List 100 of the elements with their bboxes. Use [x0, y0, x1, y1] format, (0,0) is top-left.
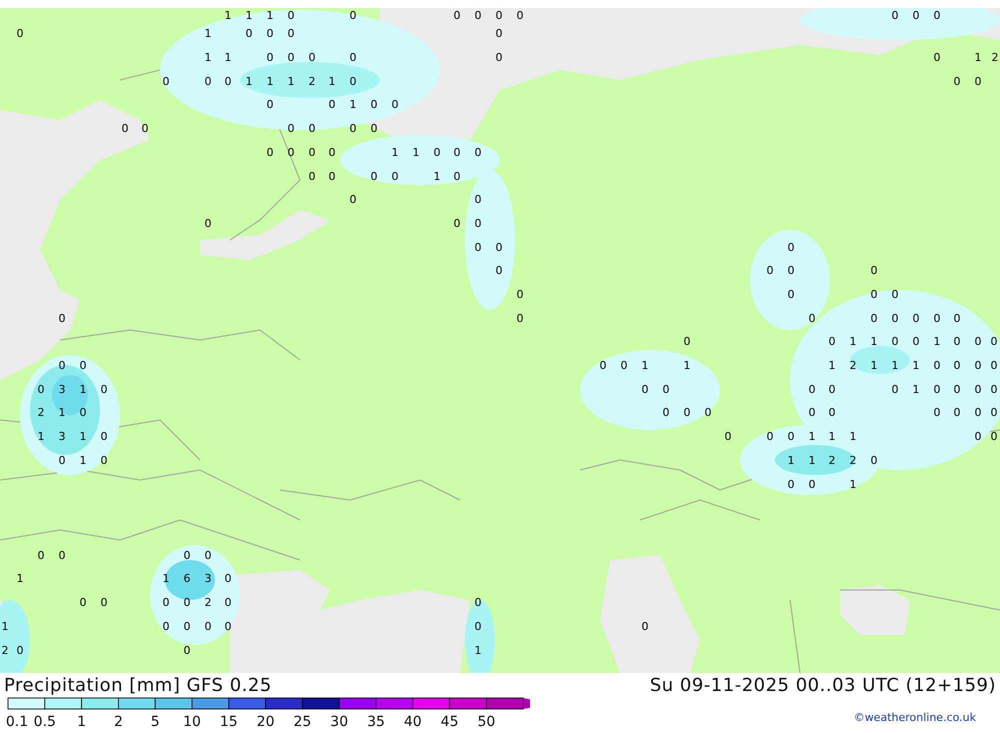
precipitation-value: 0 — [162, 620, 170, 633]
precipitation-value: 2 — [850, 359, 856, 372]
precipitation-value: 0 — [266, 146, 274, 159]
precipitation-value: 0 — [184, 596, 190, 609]
precipitation-value: 0 — [496, 264, 502, 277]
precipitation-value: 1 — [850, 478, 856, 491]
precipitation-value: 0 — [912, 9, 920, 22]
precipitation-value: 0 — [990, 383, 998, 396]
precipitation-value: 0 — [642, 383, 648, 396]
precipitation-value: 0 — [122, 122, 128, 135]
legend-arrow — [523, 698, 530, 709]
precipitation-value: 0 — [100, 383, 108, 396]
precipitation-value: 0 — [308, 146, 316, 159]
precipitation-value: 1 — [58, 406, 66, 419]
precipitation-value: 0 — [990, 406, 998, 419]
precipitation-value: 0 — [990, 359, 998, 372]
precipitation-value: 0 — [370, 170, 378, 183]
precipitation-value: 0 — [392, 170, 398, 183]
precipitation-value: 1 — [162, 572, 170, 585]
precipitation-value: 0 — [474, 217, 482, 230]
precipitation-value: 0 — [516, 312, 524, 325]
legend-label: 40 — [404, 714, 422, 730]
precipitation-value: 0 — [974, 335, 982, 348]
precipitation-value: 0 — [350, 75, 356, 88]
precipitation-value: 0 — [328, 146, 336, 159]
precipitation-value: 0 — [788, 241, 794, 254]
precipitation-value: 0 — [870, 312, 878, 325]
map-title: Precipitation [mm] GFS 0.25 — [4, 677, 272, 695]
precipitation-value: 1 — [684, 359, 690, 372]
precipitation-value: 0 — [100, 454, 108, 467]
precipitation-value: 0 — [100, 430, 108, 443]
precipitation-value: 0 — [474, 596, 482, 609]
credit-text: ©weatheronline.co.uk — [854, 712, 977, 726]
precipitation-area — [52, 375, 88, 415]
precipitation-value: 0 — [288, 146, 294, 159]
precipitation-value: 0 — [162, 75, 170, 88]
precipitation-value: 0 — [224, 596, 232, 609]
precipitation-value: 0 — [370, 98, 378, 111]
precipitation-value: 0 — [308, 170, 316, 183]
precipitation-value: 0 — [328, 98, 336, 111]
precipitation-value: 0 — [892, 288, 898, 301]
precipitation-value: 0 — [350, 122, 356, 135]
precipitation-value: 2 — [308, 75, 316, 88]
precipitation-value: 0 — [350, 51, 356, 64]
legend-label: 1 — [77, 714, 86, 730]
precipitation-value: 1 — [474, 644, 482, 657]
precipitation-value: 2 — [850, 454, 856, 467]
precipitation-value: 0 — [892, 9, 898, 22]
precipitation-value: 1 — [808, 430, 816, 443]
precipitation-value: 0 — [724, 430, 732, 443]
precipitation-value: 0 — [204, 620, 212, 633]
precipitation-value: 0 — [808, 383, 816, 396]
precipitation-value: 0 — [892, 312, 898, 325]
precipitation-value: 0 — [454, 170, 460, 183]
precipitation-value: 0 — [990, 335, 998, 348]
legend-label: 10 — [183, 714, 201, 730]
precipitation-value: 0 — [766, 264, 774, 277]
precipitation-value: 1 — [38, 430, 44, 443]
precipitation-value: 1 — [850, 335, 856, 348]
precipitation-value: 0 — [266, 98, 274, 111]
precipitation-value: 1 — [204, 27, 212, 40]
precipitation-value: 0 — [808, 406, 816, 419]
precipitation-value: 0 — [288, 122, 294, 135]
precipitation-value: 0 — [224, 75, 232, 88]
precipitation-value: 1 — [350, 98, 356, 111]
precipitation-value: 0 — [204, 217, 212, 230]
precipitation-value: 1 — [246, 75, 252, 88]
precipitation-value: 0 — [934, 406, 940, 419]
precipitation-value: 1 — [974, 51, 982, 64]
precipitation-value: 0 — [308, 122, 316, 135]
precipitation-value: 0 — [516, 288, 524, 301]
precipitation-value: 0 — [892, 383, 898, 396]
precipitation-value: 0 — [474, 146, 482, 159]
precipitation-value: 1 — [642, 359, 648, 372]
precipitation-value: 1 — [224, 51, 232, 64]
precipitation-value: 1 — [80, 383, 86, 396]
precipitation-value: 1 — [870, 359, 878, 372]
legend-label: 50 — [477, 714, 496, 730]
precipitation-value: 2 — [2, 644, 8, 657]
precipitation-value: 0 — [58, 454, 66, 467]
precipitation-value: 0 — [828, 335, 836, 348]
precipitation-value: 0 — [370, 122, 378, 135]
legend-label: 0.1 — [6, 714, 28, 730]
precipitation-value: 0 — [954, 335, 960, 348]
precipitation-value: 0 — [16, 644, 24, 657]
precipitation-value: 1 — [828, 359, 836, 372]
precipitation-value: 0 — [808, 312, 816, 325]
precipitation-value: 2 — [38, 406, 44, 419]
precipitation-value: 0 — [912, 335, 920, 348]
precipitation-value: 0 — [16, 27, 24, 40]
precipitation-value: 0 — [808, 478, 816, 491]
legend-label: 5 — [150, 714, 160, 730]
precipitation-value: 0 — [224, 620, 232, 633]
valid-time: Su 09-11-2025 00..03 UTC (12+159) — [650, 677, 996, 695]
precipitation-value: 1 — [328, 75, 336, 88]
precipitation-value: 0 — [788, 430, 794, 443]
precipitation-value: 0 — [954, 359, 960, 372]
precipitation-value: 0 — [788, 264, 794, 277]
precipitation-value: 0 — [454, 9, 460, 22]
precipitation-value: 0 — [350, 193, 356, 206]
